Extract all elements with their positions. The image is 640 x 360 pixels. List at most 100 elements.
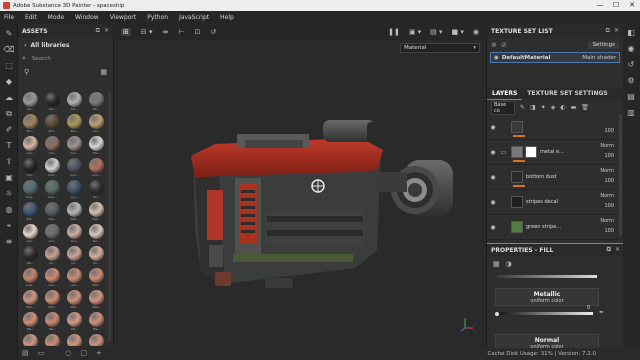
paint-brush-icon[interactable]: ✎ (3, 28, 15, 40)
asset-thumbnail[interactable]: Met... (43, 290, 62, 309)
close-panel-icon[interactable]: ✕ (615, 246, 620, 254)
layer-opacity[interactable]: 100 (604, 153, 614, 159)
asset-thumbnail[interactable]: Gla... (21, 224, 40, 243)
shader-label[interactable]: Main shader (582, 55, 616, 61)
layer-blend-mode[interactable]: Norm (600, 218, 614, 224)
asset-thumbnail[interactable]: Bro... (65, 114, 84, 133)
filter-icon[interactable]: ⚲ (24, 68, 29, 76)
asset-thumbnail[interactable]: Car... (87, 114, 106, 133)
menu-window[interactable]: Window (75, 14, 99, 21)
fill-projection-icon[interactable]: ▦ (493, 260, 500, 268)
menu-javascript[interactable]: JavaScript (179, 14, 209, 21)
library-icon[interactable]: ▤ (22, 349, 29, 357)
asset-thumbnail[interactable]: Pla... (87, 312, 106, 331)
menu-python[interactable]: Python (147, 14, 168, 21)
close-panel-icon[interactable]: ✕ (104, 27, 109, 35)
assets-scrollbar[interactable] (108, 92, 111, 342)
channel-select[interactable]: Base co (491, 100, 515, 115)
library-selector[interactable]: › All libraries (18, 38, 113, 52)
asset-thumbnail[interactable]: Cel... (43, 136, 62, 155)
close-button[interactable]: ✕ (624, 0, 640, 11)
log-icon[interactable]: ≡ (3, 236, 15, 248)
eye-icon[interactable]: ◉ (494, 55, 499, 61)
add-icon[interactable]: + (96, 349, 102, 357)
eye-icon[interactable]: ◉ (487, 124, 499, 131)
asset-thumbnail[interactable]: Gol... (43, 224, 62, 243)
smudge-icon[interactable]: ☁ (3, 92, 15, 104)
search-input[interactable]: Search (32, 56, 51, 62)
asset-thumbnail[interactable]: Dir... (87, 180, 106, 199)
asset-thumbnail[interactable]: Ele... (21, 202, 40, 221)
asset-thumbnail[interactable]: Gri... (87, 224, 106, 243)
asset-thumbnail[interactable]: Iro... (87, 246, 106, 265)
asset-thumbnail[interactable]: Chr... (21, 158, 40, 177)
popout-icon[interactable]: ⧉ (96, 27, 100, 35)
settings-dropdown[interactable]: Settings (588, 41, 619, 49)
asset-thumbnail[interactable]: Alu... (87, 92, 106, 111)
layer-row[interactable]: ◉ bottom dust Norm 100 (487, 165, 618, 190)
asset-thumbnail[interactable]: Cyc... (65, 180, 84, 199)
spaceship-model[interactable] (115, 40, 485, 348)
close-panel-icon[interactable]: ✕ (614, 27, 619, 35)
eye-icon[interactable]: ◉ (487, 224, 499, 231)
texture-set-item[interactable]: ◉ DefaultMaterial Main shader (490, 52, 620, 63)
asset-thumbnail[interactable]: Cop... (87, 158, 106, 177)
display-settings-icon[interactable]: ☼ (3, 188, 15, 200)
asset-thumbnail[interactable]: Fab... (65, 202, 84, 221)
asset-thumbnail[interactable]: Pai... (21, 312, 40, 331)
mirror-icon[interactable]: ⊢ (178, 28, 184, 36)
screenshot-icon[interactable]: ◉ (473, 28, 479, 36)
layer-opacity[interactable]: 100 (604, 203, 614, 209)
eye-icon[interactable]: ◉ (487, 174, 499, 181)
asset-thumbnail[interactable]: Met... (21, 290, 40, 309)
add-icon[interactable]: ⊕ (491, 41, 497, 49)
minimize-button[interactable]: — (592, 0, 608, 11)
asset-thumbnail[interactable]: Gri... (21, 246, 40, 265)
asset-thumbnail[interactable]: Alu... (43, 92, 62, 111)
asset-thumbnail[interactable]: Bro... (43, 114, 62, 133)
metallic-value[interactable]: 0 (587, 305, 590, 311)
asset-thumbnail[interactable]: Met... (65, 290, 84, 309)
metallic-slider-knob[interactable] (495, 311, 499, 316)
eyedropper-icon[interactable]: ✒ (599, 309, 604, 316)
grid-view-icon[interactable]: ▦ (100, 68, 107, 76)
metallic-card[interactable]: Metallic uniform color (495, 288, 599, 306)
asset-thumbnail[interactable]: Lea... (65, 268, 84, 287)
asset-thumbnail[interactable]: Bro... (21, 114, 40, 133)
layer-row[interactable]: ◉ stripes decal Norm 100 (487, 190, 618, 215)
asset-thumbnail[interactable]: Pai... (65, 312, 84, 331)
circle-icon[interactable]: ○ (65, 349, 71, 357)
asset-thumbnail[interactable]: Lea... (21, 268, 40, 287)
render-mode-icon[interactable]: ▣ ▾ (409, 28, 421, 36)
export-icon[interactable]: ⇪ (3, 156, 15, 168)
asset-thumbnail[interactable]: Cop... (43, 180, 62, 199)
layers-icon[interactable]: ▤ (626, 92, 636, 102)
camera-view-icon[interactable]: ■ ▾ (452, 28, 464, 36)
asset-thumbnail[interactable]: Iro... (65, 246, 84, 265)
effects-icon[interactable]: ✦ (541, 104, 546, 111)
asset-thumbnail[interactable]: Met... (87, 268, 106, 287)
channels-icon[interactable]: ▤ ▾ (430, 28, 442, 36)
asset-thumbnail[interactable]: Alu... (21, 92, 40, 111)
asset-search[interactable]: ⌕ Search (22, 52, 109, 65)
menu-viewport[interactable]: Viewport (110, 14, 137, 21)
eye-icon[interactable]: ◉ (487, 149, 499, 156)
asset-thumbnail[interactable]: Cop... (21, 180, 40, 199)
mask-icon[interactable]: ◨ (530, 104, 536, 111)
split-view-icon[interactable]: ⊟ ▾ (141, 28, 153, 36)
folder-icon[interactable]: ▭ (38, 349, 45, 357)
asset-thumbnail[interactable]: Alu... (65, 92, 84, 111)
layer-row[interactable]: ◉ green stripe... Norm 100 (487, 215, 618, 240)
layer-opacity[interactable]: 100 (604, 228, 614, 234)
text-tool-icon[interactable]: T (3, 140, 15, 152)
eye-icon[interactable]: ◉ (487, 199, 499, 206)
popout-icon[interactable]: ⧉ (607, 246, 611, 254)
layer-blend-mode[interactable]: Norm (600, 193, 614, 199)
metallic-slider[interactable] (497, 312, 593, 315)
viewport[interactable]: ⊞ ⊟ ▾ ⇹ ⊢ ⊡ ↺ ❚❚ ▣ ▾ ▤ ▾ ■ ▾ ◉ Material … (115, 24, 485, 348)
history-icon[interactable]: ↺ (626, 60, 636, 70)
settings-icon[interactable]: ⚙ (626, 76, 636, 86)
asset-thumbnail[interactable]: Car... (21, 136, 40, 155)
clone-icon[interactable]: ⧉ (3, 108, 15, 120)
menu-file[interactable]: File (4, 14, 14, 21)
